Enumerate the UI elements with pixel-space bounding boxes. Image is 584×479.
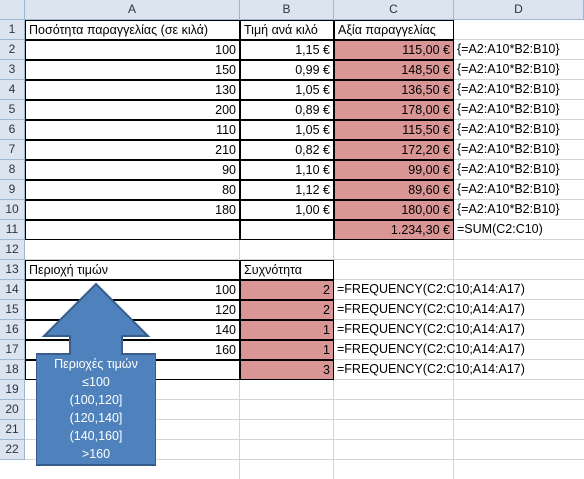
cell-price[interactable]: 1,05 € — [240, 80, 334, 100]
cell-frequency-formula-note[interactable]: =FREQUENCY(C2:C10;A14:A17) — [334, 320, 525, 340]
cell-formula-note[interactable]: {=A2:A10*B2:B10} — [454, 60, 584, 80]
cell-value[interactable]: 115,50 € — [334, 120, 454, 140]
cell-qty[interactable]: 150 — [25, 60, 240, 80]
row-header-7[interactable]: 7 — [0, 140, 25, 160]
cell-value[interactable]: 115,00 € — [334, 40, 454, 60]
cell-formula-note[interactable]: {=A2:A10*B2:B10} — [454, 140, 584, 160]
cell-b13[interactable]: Συχνότητα — [240, 260, 334, 280]
cell-b1[interactable]: Τιμή ανά κιλό — [240, 20, 334, 40]
row-header-14[interactable]: 14 — [0, 280, 25, 300]
cell-frequency-formula-note[interactable]: =FREQUENCY(C2:C10;A14:A17) — [334, 360, 525, 380]
cell-price[interactable]: 1,10 € — [240, 160, 334, 180]
callout-line: (100,120] — [69, 393, 123, 407]
cell-frequency[interactable]: 1 — [240, 340, 334, 360]
cell-value[interactable]: 99,00 € — [334, 160, 454, 180]
cell-formula-note[interactable]: {=A2:A10*B2:B10} — [454, 160, 584, 180]
cell-qty[interactable]: 130 — [25, 80, 240, 100]
row-header-9[interactable]: 9 — [0, 180, 25, 200]
cell-c1[interactable]: Αξία παραγγελίας — [334, 20, 454, 40]
callout-line: >160 — [81, 447, 111, 461]
row-header-19[interactable]: 19 — [0, 380, 25, 400]
row-header-5[interactable]: 5 — [0, 100, 25, 120]
cell-formula-note[interactable]: {=A2:A10*B2:B10} — [454, 100, 584, 120]
cell-qty[interactable]: 90 — [25, 160, 240, 180]
row-header-21[interactable]: 21 — [0, 420, 25, 440]
row-header-18[interactable]: 18 — [0, 360, 25, 380]
cell-value[interactable]: 136,50 € — [334, 80, 454, 100]
row-header-11[interactable]: 11 — [0, 220, 25, 240]
cell-frequency[interactable]: 3 — [240, 360, 334, 380]
callout-text: Περιοχές τιμών ≤100 (100,120] (120,140] … — [36, 355, 156, 463]
cell-price[interactable]: 1,00 € — [240, 200, 334, 220]
cell-price[interactable]: 0,89 € — [240, 100, 334, 120]
column-header-d[interactable]: D — [454, 0, 584, 20]
column-header-b[interactable]: B — [240, 0, 334, 20]
callout-title: Περιοχές τιμών — [54, 357, 138, 371]
row-header-17[interactable]: 17 — [0, 340, 25, 360]
cell-price[interactable]: 1,15 € — [240, 40, 334, 60]
cell-qty[interactable]: 100 — [25, 40, 240, 60]
cell-a13[interactable]: Περιοχή τιμών — [25, 260, 240, 280]
cell-a11[interactable] — [25, 220, 240, 240]
cell-frequency[interactable]: 2 — [240, 280, 334, 300]
cell-qty[interactable]: 110 — [25, 120, 240, 140]
row-header-3[interactable]: 3 — [0, 60, 25, 80]
cell-a1[interactable]: Ποσότητα παραγγελίας (σε κιλά) — [25, 20, 240, 40]
cell-total-formula-note[interactable]: =SUM(C2:C10) — [454, 220, 584, 240]
cell-value[interactable]: 180,00 € — [334, 200, 454, 220]
cell-qty[interactable]: 200 — [25, 100, 240, 120]
column-header-c[interactable]: C — [334, 0, 454, 20]
cell-value[interactable]: 148,50 € — [334, 60, 454, 80]
cell-b11[interactable] — [240, 220, 334, 240]
cell-formula-note[interactable]: {=A2:A10*B2:B10} — [454, 200, 584, 220]
row-header-15[interactable]: 15 — [0, 300, 25, 320]
cell-value[interactable]: 178,00 € — [334, 100, 454, 120]
cell-formula-note[interactable]: {=A2:A10*B2:B10} — [454, 40, 584, 60]
cell-frequency[interactable]: 1 — [240, 320, 334, 340]
cell-frequency-formula-note[interactable]: =FREQUENCY(C2:C10;A14:A17) — [334, 340, 525, 360]
cell-qty[interactable]: 180 — [25, 200, 240, 220]
cell-qty[interactable]: 80 — [25, 180, 240, 200]
row-header-22[interactable]: 22 — [0, 440, 25, 460]
row-header-2[interactable]: 2 — [0, 40, 25, 60]
select-all-corner[interactable] — [0, 0, 25, 20]
row-header-13[interactable]: 13 — [0, 260, 25, 280]
row-header-6[interactable]: 6 — [0, 120, 25, 140]
callout-line: (140,160] — [69, 429, 123, 443]
cell-value[interactable]: 172,20 € — [334, 140, 454, 160]
row-header-16[interactable]: 16 — [0, 320, 25, 340]
cell-frequency-formula-note[interactable]: =FREQUENCY(C2:C10;A14:A17) — [334, 280, 525, 300]
row-header-1[interactable]: 1 — [0, 20, 25, 40]
cell-total[interactable]: 1.234,30 € — [334, 220, 454, 240]
column-header-a[interactable]: A — [25, 0, 240, 20]
callout-line: ≤100 — [82, 375, 110, 389]
row-header-12[interactable]: 12 — [0, 240, 25, 260]
row-header-10[interactable]: 10 — [0, 200, 25, 220]
row-header-20[interactable]: 20 — [0, 400, 25, 420]
cell-price[interactable]: 1,05 € — [240, 120, 334, 140]
row-header-4[interactable]: 4 — [0, 80, 25, 100]
cell-formula-note[interactable]: {=A2:A10*B2:B10} — [454, 120, 584, 140]
cell-formula-note[interactable]: {=A2:A10*B2:B10} — [454, 80, 584, 100]
cell-frequency-formula-note[interactable]: =FREQUENCY(C2:C10;A14:A17) — [334, 300, 525, 320]
row-header-8[interactable]: 8 — [0, 160, 25, 180]
cell-value[interactable]: 89,60 € — [334, 180, 454, 200]
cell-formula-note[interactable]: {=A2:A10*B2:B10} — [454, 180, 584, 200]
cell-frequency[interactable]: 2 — [240, 300, 334, 320]
cell-price[interactable]: 0,99 € — [240, 60, 334, 80]
cell-price[interactable]: 1,12 € — [240, 180, 334, 200]
cell-qty[interactable]: 210 — [25, 140, 240, 160]
callout-line: (120,140] — [69, 411, 123, 425]
cell-price[interactable]: 0,82 € — [240, 140, 334, 160]
